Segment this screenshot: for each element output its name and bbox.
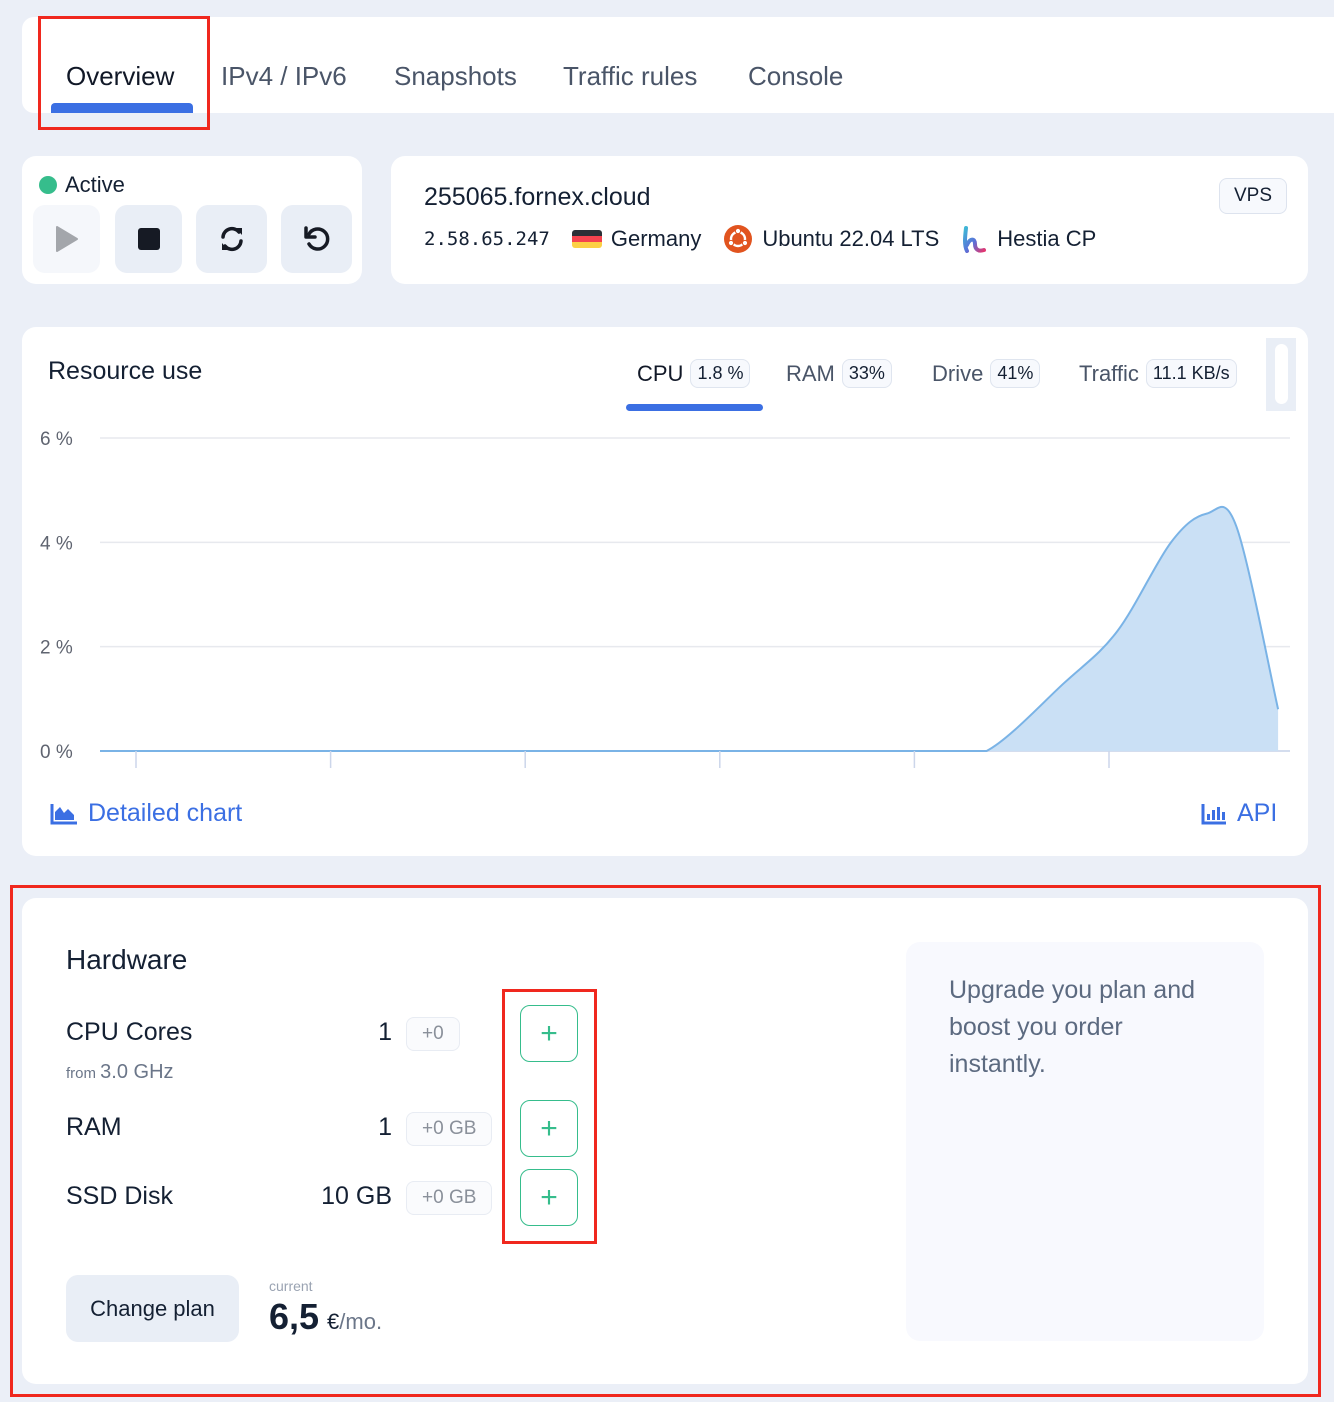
status-dot-icon bbox=[39, 176, 57, 194]
area-chart-icon bbox=[50, 803, 77, 824]
y-tick-label: 6 % bbox=[40, 429, 73, 450]
ram-delta: +0 GB bbox=[406, 1112, 493, 1146]
stop-button[interactable] bbox=[115, 205, 182, 273]
server-hostname[interactable]: 255065.fornex.cloud bbox=[424, 183, 651, 212]
detailed-chart-link[interactable]: Detailed chart bbox=[50, 799, 242, 828]
server-meta: 2.58.65.247 Germany Ubuntu 22.04 LTS Hes… bbox=[424, 224, 1118, 254]
upgrade-promo: Upgrade you plan and boost you order ins… bbox=[906, 942, 1264, 1341]
germany-flag-icon bbox=[571, 230, 602, 248]
tab-console[interactable]: Console bbox=[748, 63, 843, 89]
y-tick-label: 4 % bbox=[40, 533, 73, 554]
upgrade-text: Upgrade you plan and boost you order ins… bbox=[949, 976, 1196, 1078]
server-type-badge: VPS bbox=[1218, 178, 1287, 214]
plus-icon: + bbox=[540, 1111, 558, 1145]
add-ram-button[interactable]: + bbox=[520, 1100, 578, 1157]
tab-ipv4-ipv6[interactable]: IPv4 / IPv6 bbox=[221, 63, 347, 89]
undo-icon bbox=[303, 226, 329, 251]
server-os-label: Ubuntu 22.04 LTS bbox=[762, 226, 940, 251]
start-button[interactable] bbox=[33, 205, 100, 273]
refresh-icon bbox=[220, 226, 243, 252]
play-icon bbox=[55, 226, 78, 252]
price-amount: 6,5 bbox=[269, 1296, 320, 1337]
cpu-cores-delta: +0 bbox=[406, 1017, 460, 1051]
status-card: Active bbox=[22, 156, 362, 284]
add-disk-button[interactable]: + bbox=[520, 1169, 578, 1226]
ram-value: 1 bbox=[378, 1113, 392, 1141]
api-link[interactable]: API bbox=[1201, 799, 1277, 828]
price-label: current bbox=[269, 1278, 313, 1294]
plus-icon: + bbox=[540, 1180, 558, 1214]
tab-snapshots[interactable]: Snapshots bbox=[394, 63, 517, 89]
stop-icon bbox=[137, 228, 160, 250]
tab-bar: Overview IPv4 / IPv6 Snapshots Traffic r… bbox=[22, 17, 1334, 113]
ram-label: RAM bbox=[66, 1113, 122, 1141]
server-info-card: 255065.fornex.cloud 2.58.65.247 Germany … bbox=[391, 156, 1308, 284]
cpu-cores-value: 1 bbox=[378, 1018, 392, 1046]
server-ip[interactable]: 2.58.65.247 bbox=[424, 228, 550, 250]
cpu-frequency-value: 3.0 GHz bbox=[100, 1061, 174, 1083]
server-panel: Hestia CP bbox=[961, 225, 1096, 253]
server-panel-label: Hestia CP bbox=[997, 226, 1097, 251]
api-label: API bbox=[1237, 799, 1278, 827]
hardware-card: Hardware CPU Cores from 3.0 GHz 1 +0 + R… bbox=[22, 898, 1308, 1384]
cpu-usage-chart: 0 % 2 % 4 % 6 % bbox=[40, 429, 1290, 768]
detailed-chart-label: Detailed chart bbox=[88, 799, 243, 827]
y-tick-label: 2 % bbox=[40, 638, 73, 659]
status-indicator: Active bbox=[39, 172, 125, 198]
server-os: Ubuntu 22.04 LTS bbox=[723, 224, 939, 254]
current-price: 6,5 € /mo. bbox=[269, 1296, 382, 1338]
plus-icon: + bbox=[540, 1016, 558, 1050]
tab-traffic-rules[interactable]: Traffic rules bbox=[563, 63, 697, 89]
change-plan-button[interactable]: Change plan bbox=[66, 1275, 239, 1342]
y-tick-label: 0 % bbox=[40, 742, 73, 763]
cpu-frequency-prefix: from bbox=[66, 1065, 96, 1082]
cpu-frequency: from 3.0 GHz bbox=[66, 1061, 174, 1084]
server-country: Germany bbox=[610, 226, 702, 251]
status-label: Active bbox=[65, 172, 125, 197]
ssd-disk-value: 10 GB bbox=[321, 1182, 392, 1210]
resource-use-card: Resource use CPU 1.8 % RAM 33% Drive 41%… bbox=[22, 327, 1308, 856]
price-currency: € bbox=[327, 1309, 340, 1334]
cpu-cores-label: CPU Cores bbox=[66, 1018, 193, 1046]
cpu-area-fill bbox=[100, 506, 1279, 751]
hardware-title: Hardware bbox=[66, 944, 188, 975]
ssd-disk-delta: +0 GB bbox=[406, 1181, 493, 1215]
tab-overview[interactable]: Overview bbox=[66, 63, 174, 89]
reinstall-button[interactable] bbox=[281, 205, 352, 273]
add-cpu-button[interactable]: + bbox=[520, 1005, 578, 1062]
ssd-disk-label: SSD Disk bbox=[66, 1182, 173, 1210]
bar-chart-icon bbox=[1201, 803, 1226, 824]
price-period: /mo. bbox=[339, 1309, 383, 1334]
server-location: Germany bbox=[571, 226, 702, 252]
ubuntu-icon bbox=[724, 225, 753, 253]
hestia-cp-icon bbox=[963, 226, 987, 253]
restart-button[interactable] bbox=[196, 205, 267, 273]
active-tab-indicator bbox=[51, 103, 193, 113]
